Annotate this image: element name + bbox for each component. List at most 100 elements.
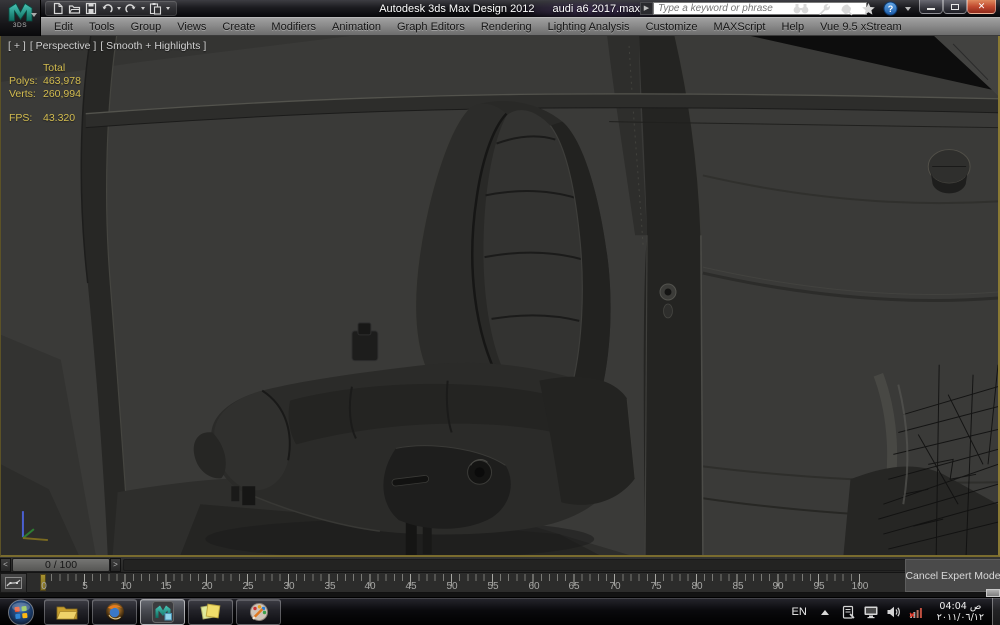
- clock-time: ص 04:04: [939, 601, 982, 612]
- menu-graph-editors[interactable]: Graph Editors: [389, 21, 473, 33]
- menu-help[interactable]: Help: [774, 21, 813, 33]
- search-scope-arrow-icon[interactable]: ▶: [640, 2, 653, 15]
- minimize-button[interactable]: [919, 0, 943, 14]
- tick-85: 85: [732, 581, 744, 592]
- help-icon[interactable]: ?: [883, 1, 898, 16]
- time-slider-track[interactable]: [123, 558, 998, 571]
- taskbar-sticky-notes[interactable]: [188, 599, 233, 625]
- start-button[interactable]: [6, 599, 36, 625]
- new-scene-icon[interactable]: [52, 2, 64, 15]
- paint-palette-icon: [249, 603, 268, 621]
- firefox-icon: [105, 603, 124, 621]
- redo-icon[interactable]: [125, 2, 137, 15]
- paste-icon[interactable]: [149, 2, 162, 15]
- menu-lighting-analysis[interactable]: Lighting Analysis: [540, 21, 638, 33]
- track-bar: 0 5 10 15 20 25 30 35 40 45 50 55 60 65 …: [0, 573, 1000, 593]
- display-icon[interactable]: [863, 605, 879, 619]
- viewport-statistics: Total Polys: 463,978 Verts: 260,994 FPS:…: [9, 62, 81, 124]
- logo-label: 3DS: [12, 22, 28, 29]
- show-hidden-icons-icon[interactable]: [820, 609, 829, 615]
- close-button[interactable]: ✕: [967, 0, 996, 14]
- time-slider-handle[interactable]: 0 / 100: [12, 557, 110, 572]
- tick-20: 20: [201, 581, 213, 592]
- 3ds-max-logo-icon: [8, 2, 32, 22]
- tick-5: 5: [82, 581, 88, 592]
- windows-start-icon: [8, 599, 34, 625]
- app-menu-caret-icon: [31, 13, 37, 17]
- mini-curve-editor-icon: [5, 577, 22, 589]
- clock-date: ٢٠١١/٠٦/١٢: [936, 612, 984, 623]
- resize-grip[interactable]: [986, 589, 1000, 597]
- menu-views[interactable]: Views: [169, 21, 214, 33]
- undo-icon[interactable]: [101, 2, 113, 15]
- maximize-button[interactable]: [943, 0, 967, 14]
- tick-80: 80: [691, 581, 703, 592]
- taskbar-3ds-max[interactable]: [140, 599, 185, 625]
- menu-vue-xstream[interactable]: Vue 9.5 xStream: [812, 21, 910, 33]
- application-menu-button[interactable]: 3DS: [0, 0, 41, 36]
- 3ds-max-app-icon: [151, 601, 174, 623]
- viewport-general-menu[interactable]: [ + ]: [8, 40, 26, 52]
- favorites-icon[interactable]: [861, 2, 876, 16]
- tray-clock[interactable]: ص 04:04 ٢٠١١/٠٦/١٢: [937, 601, 984, 623]
- stats-header: Total: [43, 62, 66, 74]
- menu-create[interactable]: Create: [214, 21, 263, 33]
- paste-dropdown-icon[interactable]: [166, 7, 170, 10]
- menu-rendering[interactable]: Rendering: [473, 21, 540, 33]
- cancel-expert-mode-button[interactable]: Cancel Expert Mode: [905, 570, 1000, 582]
- communication-center-icon[interactable]: [817, 2, 832, 16]
- 3ds-max-window: Autodesk 3ds Max Design 2012 audi a6 201…: [0, 0, 1000, 625]
- next-frame-button[interactable]: >: [110, 557, 121, 572]
- taskbar-windows-explorer[interactable]: [44, 599, 89, 625]
- infocenter-icons: ?: [792, 0, 911, 17]
- system-tray: EN ص 04:04 ٢٠١١/٠٦/١٢: [791, 598, 1000, 625]
- track-bar-ruler[interactable]: 0 5 10 15 20 25 30 35 40 45 50 55 60 65 …: [27, 573, 905, 593]
- menu-customize[interactable]: Customize: [638, 21, 706, 33]
- file-title: audi a6 2017.max: [552, 2, 640, 15]
- windows-explorer-icon: [55, 606, 78, 620]
- subscription-center-icon[interactable]: [839, 2, 854, 16]
- mini-curve-editor-button[interactable]: [0, 573, 27, 593]
- 3d-scene-car-seat[interactable]: [1, 36, 998, 555]
- polys-value: 463,978: [43, 75, 81, 87]
- menu-modifiers[interactable]: Modifiers: [263, 21, 324, 33]
- menu-group[interactable]: Group: [123, 21, 170, 33]
- tick-90: 90: [772, 581, 784, 592]
- previous-frame-button[interactable]: <: [0, 557, 11, 572]
- save-file-icon[interactable]: [85, 2, 97, 15]
- viewport-shading-menu[interactable]: [ Smooth + Highlights ]: [100, 40, 206, 52]
- redo-dropdown-icon[interactable]: [141, 7, 145, 10]
- menu-tools[interactable]: Tools: [81, 21, 123, 33]
- perspective-viewport: [ + ] [ Perspective ] [ Smooth + Highlig…: [0, 36, 1000, 557]
- tick-100: 100: [851, 581, 869, 592]
- menu-edit[interactable]: Edit: [46, 21, 81, 33]
- volume-icon[interactable]: [886, 605, 901, 619]
- search-binoculars-icon[interactable]: [792, 2, 810, 15]
- network-status-icon[interactable]: [908, 605, 924, 619]
- title-bar: Autodesk 3ds Max Design 2012 audi a6 201…: [0, 0, 1000, 17]
- menu-animation[interactable]: Animation: [324, 21, 389, 33]
- windows-taskbar: EN ص 04:04 ٢٠١١/٠٦/١٢: [0, 597, 1000, 625]
- product-title: Autodesk 3ds Max Design 2012: [379, 2, 535, 15]
- show-desktop-button[interactable]: [992, 598, 1000, 625]
- taskbar-apps: [44, 599, 281, 625]
- time-slider-row: < 0 / 100 >: [0, 557, 1000, 573]
- viewport-pov-menu[interactable]: [ Perspective ]: [30, 40, 97, 52]
- taskbar-paint[interactable]: [236, 599, 281, 625]
- action-center-icon[interactable]: [841, 605, 856, 620]
- tick-40: 40: [364, 581, 376, 592]
- verts-label: Verts:: [9, 88, 36, 100]
- open-file-icon[interactable]: [68, 2, 81, 15]
- polys-label: Polys:: [9, 75, 38, 87]
- menu-maxscript[interactable]: MAXScript: [706, 21, 774, 33]
- fps-label: FPS:: [9, 112, 33, 124]
- fps-value: 43.320: [43, 112, 76, 124]
- expert-mode-panel: Cancel Expert Mode: [905, 559, 1000, 592]
- undo-dropdown-icon[interactable]: [117, 7, 121, 10]
- viewport-label: [ + ] [ Perspective ] [ Smooth + Highlig…: [8, 40, 206, 52]
- taskbar-firefox[interactable]: [92, 599, 137, 625]
- help-dropdown-icon[interactable]: [905, 6, 911, 11]
- language-indicator[interactable]: EN: [791, 606, 806, 618]
- verts-value: 260,994: [43, 88, 81, 100]
- sticky-notes-icon: [200, 603, 221, 620]
